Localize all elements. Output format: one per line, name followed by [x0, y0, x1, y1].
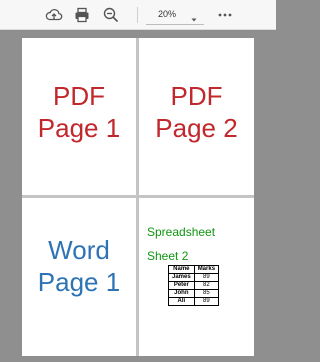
- cell-marks: 85: [193, 289, 220, 298]
- toolbar: 20%: [0, 0, 276, 30]
- column-header-marks: Marks: [193, 265, 220, 274]
- page-text-line2: Page 1: [37, 113, 121, 143]
- page-text: PDF Page 2: [139, 80, 254, 144]
- document-viewer[interactable]: PDF Page 1 PDF Page 2 Word Page 1 Spread…: [0, 30, 276, 362]
- zoom-out-icon[interactable]: [102, 6, 120, 24]
- zoom-value: 20%: [158, 9, 177, 19]
- cell-marks: 89: [193, 297, 220, 306]
- page-text-line2: Page 2: [155, 113, 238, 143]
- more-options-icon[interactable]: [216, 6, 234, 24]
- marks-table: Name Marks James 89 Peter 82 John 85 Ali…: [168, 265, 220, 306]
- chevron-down-icon: [190, 11, 198, 22]
- page-text-line1: PDF: [53, 81, 105, 111]
- page-text: PDF Page 1: [22, 80, 136, 144]
- print-icon[interactable]: [73, 6, 91, 24]
- table-row: James 89: [168, 273, 220, 282]
- cell-name: Peter: [168, 281, 195, 290]
- page-spreadsheet: Spreadsheet Sheet 2 Name Marks James 89 …: [139, 198, 254, 356]
- page-text-line1: Word: [48, 235, 110, 265]
- cloud-upload-icon[interactable]: [45, 6, 63, 24]
- table-row: Peter 82: [168, 281, 220, 290]
- cell-marks: 89: [193, 273, 220, 282]
- table-row: Ali 89: [168, 297, 220, 306]
- page-text-line2: Page 1: [37, 267, 121, 297]
- toolbar-separator: [137, 7, 138, 23]
- cell-marks: 82: [193, 281, 220, 290]
- page-text-line1: PDF: [170, 81, 223, 111]
- page-text: Word Page 1: [22, 234, 136, 298]
- table-header-row: Name Marks: [168, 265, 220, 274]
- spreadsheet-title: Spreadsheet: [147, 225, 216, 239]
- page-word-1: Word Page 1: [22, 198, 136, 356]
- cell-name: John: [168, 289, 195, 298]
- page-sheet: PDF Page 1 PDF Page 2 Word Page 1 Spread…: [22, 38, 254, 356]
- page-pdf-2: PDF Page 2: [139, 38, 254, 195]
- table-row: John 85: [168, 289, 220, 298]
- zoom-select[interactable]: 20%: [146, 5, 204, 25]
- page-pdf-1: PDF Page 1: [22, 38, 136, 195]
- cell-name: Ali: [168, 297, 195, 306]
- spreadsheet-sheet-name: Sheet 2: [147, 249, 189, 263]
- cell-name: James: [168, 273, 195, 282]
- column-header-name: Name: [168, 265, 195, 274]
